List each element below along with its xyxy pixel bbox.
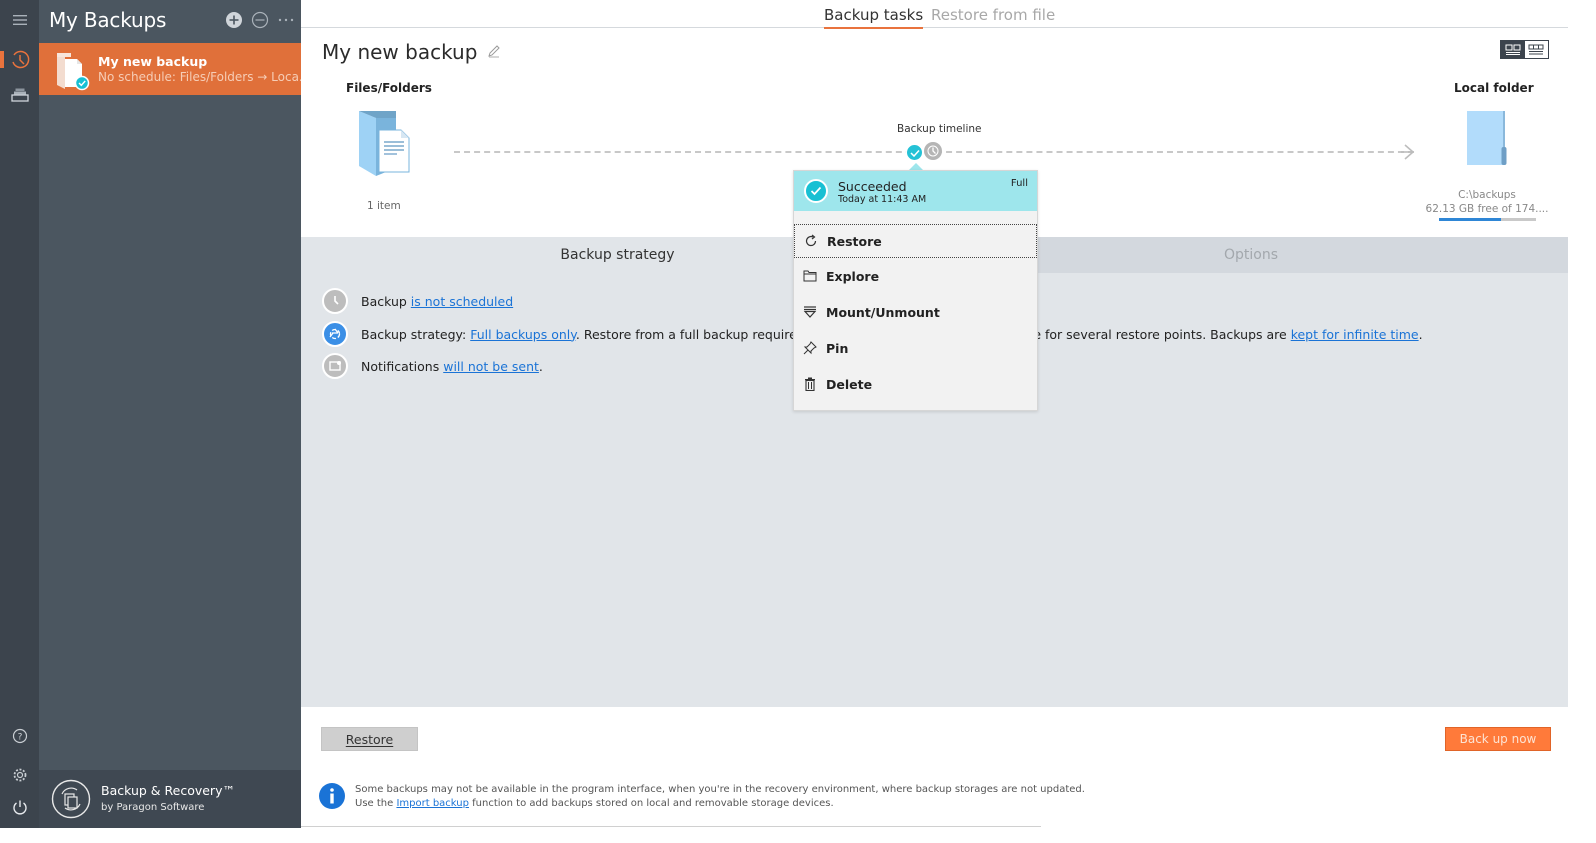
- help-icon[interactable]: ?: [0, 721, 39, 751]
- success-check-icon: [74, 75, 90, 91]
- restore-icon: [803, 233, 819, 249]
- tile-view-icon[interactable]: [1501, 41, 1525, 58]
- list-view-icon[interactable]: [1525, 41, 1549, 58]
- schedule-link[interactable]: is not scheduled: [411, 294, 513, 309]
- notifications-link[interactable]: will not be sent: [443, 359, 539, 374]
- main-content: Backup tasks Restore from file My new ba…: [301, 0, 1568, 828]
- pin-icon: [802, 340, 818, 356]
- product-name: Backup & Recovery™: [101, 783, 235, 798]
- restore-button[interactable]: Restore: [321, 727, 418, 751]
- top-tabs: Backup tasks Restore from file: [301, 0, 1568, 29]
- divider: [301, 826, 1041, 827]
- schedule-row: Backup is not scheduled: [322, 288, 513, 314]
- files-folders-icon[interactable]: [356, 108, 412, 178]
- source-item-count: 1 item: [367, 200, 401, 212]
- tab-backup-tasks[interactable]: Backup tasks: [824, 6, 924, 29]
- sidebar-header: My Backups: [39, 0, 301, 43]
- backup-now-button[interactable]: Back up now: [1445, 727, 1551, 751]
- info-message-line1: Some backups may not be available in the…: [355, 784, 1085, 795]
- clock-icon: [927, 145, 939, 157]
- backup-list-item[interactable]: My new backup No schedule: Files/Folders…: [39, 43, 310, 95]
- edit-title-pencil-icon[interactable]: [487, 44, 501, 58]
- backup-files-icon: [55, 51, 91, 91]
- import-backup-link[interactable]: Import backup: [396, 798, 469, 809]
- clock-icon: [322, 288, 348, 314]
- menu-item-restore[interactable]: Restore: [794, 224, 1037, 258]
- strategy-type-link[interactable]: Full backups only: [470, 327, 576, 342]
- add-icon[interactable]: [224, 10, 244, 30]
- backup-item-subtitle: No schedule: Files/Folders → Loca...: [98, 70, 311, 84]
- recycle-icon: [322, 321, 348, 347]
- restore-point-popup: Succeeded Today at 11:43 AM Full Restore…: [793, 170, 1038, 411]
- notification-icon: [322, 353, 348, 379]
- menu-item-pin[interactable]: Pin: [794, 331, 1037, 365]
- info-icon: [319, 783, 345, 809]
- menu-item-explore[interactable]: Explore: [794, 259, 1037, 293]
- info-message-line2: Use the Import backup function to add ba…: [355, 798, 834, 809]
- app-logo-icon: [51, 779, 91, 819]
- timeline-label: Backup timeline: [897, 123, 982, 135]
- local-folder-icon[interactable]: [1466, 110, 1508, 166]
- menu-item-mount-unmount[interactable]: Mount/Unmount: [794, 295, 1037, 329]
- destination-usage-bar: [1439, 218, 1536, 221]
- page-title: My new backup: [322, 40, 478, 64]
- product-vendor: by Paragon Software: [101, 802, 205, 813]
- source-label: Files/Folders: [346, 81, 432, 95]
- destination-free-space: 62.13 GB free of 174....: [1425, 203, 1549, 215]
- schedule-text: Backup is not scheduled: [361, 293, 514, 309]
- backups-sidebar: My Backups My new backup No schedule: Fi…: [39, 0, 310, 828]
- destination-label: Local folder: [1454, 81, 1534, 95]
- history-clock-icon[interactable]: [0, 45, 39, 75]
- svg-text:?: ?: [17, 733, 22, 743]
- storage-drive-icon[interactable]: [0, 80, 39, 110]
- product-branding: Backup & Recovery™ by Paragon Software: [39, 770, 301, 828]
- nav-rail: ?: [0, 0, 39, 828]
- restore-point-status: Succeeded: [838, 179, 907, 194]
- tab-restore-from-file[interactable]: Restore from file: [931, 6, 1055, 27]
- sidebar-title: My Backups: [49, 8, 167, 32]
- gear-icon[interactable]: [0, 760, 39, 790]
- timeline-scheduled-point[interactable]: [924, 142, 942, 160]
- success-check-icon: [804, 179, 828, 203]
- hamburger-menu-icon[interactable]: [0, 5, 39, 35]
- trash-icon: [802, 376, 818, 392]
- more-icon[interactable]: [276, 10, 296, 30]
- app-window: ? My Backups My new backup No schedule: …: [0, 0, 1568, 828]
- view-toggle: [1500, 40, 1549, 59]
- power-icon[interactable]: [0, 792, 39, 822]
- timeline-arrow-icon: [1401, 143, 1417, 161]
- restore-point-header: Succeeded Today at 11:43 AM Full: [794, 171, 1037, 211]
- remove-icon[interactable]: [250, 10, 270, 30]
- notifications-row: Notifications will not be sent.: [322, 353, 543, 379]
- retention-link[interactable]: kept for infinite time: [1291, 327, 1419, 342]
- mount-icon: [802, 304, 818, 320]
- folder-icon: [802, 268, 818, 284]
- notifications-text: Notifications will not be sent.: [361, 358, 543, 374]
- restore-point-time: Today at 11:43 AM: [838, 194, 927, 205]
- destination-path: C:\backups: [1458, 189, 1516, 201]
- success-check-icon: [909, 149, 920, 157]
- destination-usage-fill: [1439, 218, 1502, 221]
- bottom-actions: Restore Back up now Some backups may not…: [301, 707, 1568, 828]
- timeline-success-point[interactable]: [906, 144, 923, 161]
- restore-point-type: Full: [1010, 178, 1028, 189]
- backup-item-name: My new backup: [98, 54, 208, 69]
- menu-item-delete[interactable]: Delete: [794, 367, 1037, 401]
